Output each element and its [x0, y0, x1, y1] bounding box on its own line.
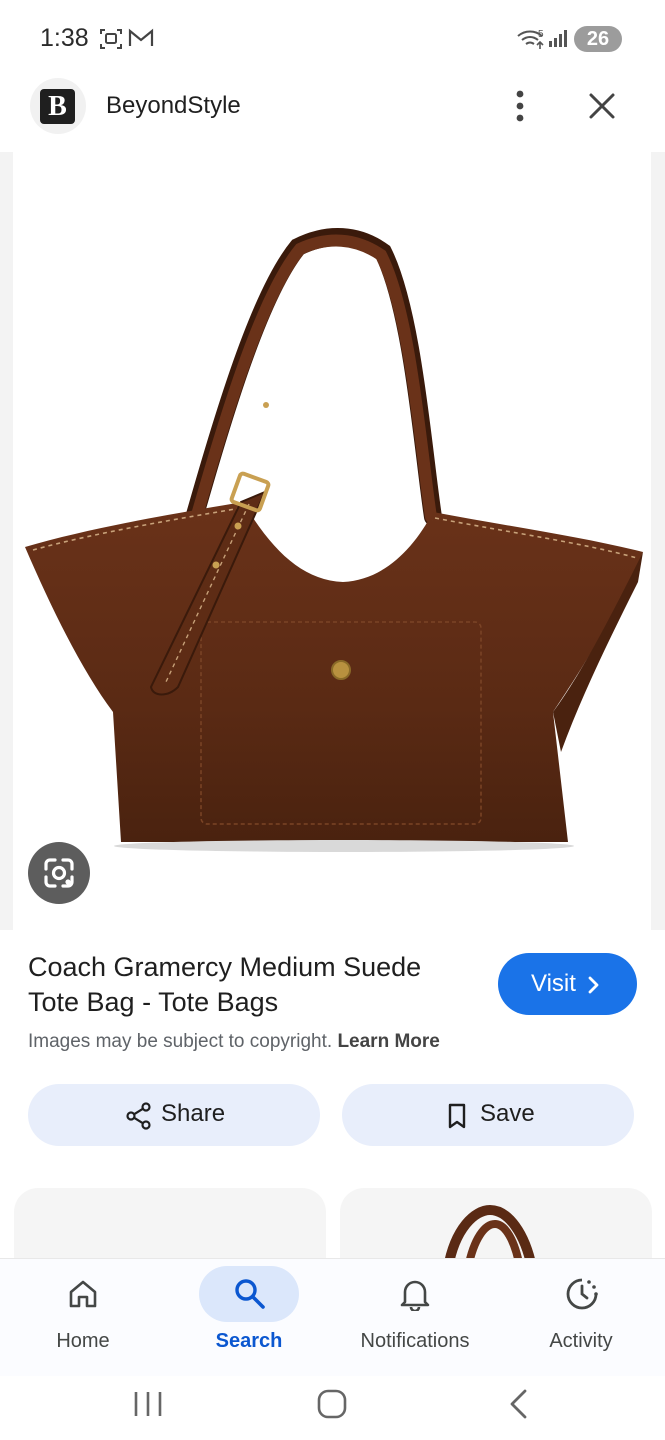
status-bar: 1:38 5 26	[0, 0, 665, 78]
save-label: Save	[480, 1100, 535, 1127]
nav-item-home[interactable]: Home	[3, 1258, 163, 1368]
screenshot-icon	[99, 28, 123, 55]
back-icon	[510, 1389, 527, 1419]
visit-label: Visit	[531, 970, 576, 997]
gmail-icon	[128, 28, 154, 53]
nav-label: Search	[215, 1330, 283, 1352]
activity-icon	[566, 1278, 598, 1310]
home-icon	[69, 1280, 97, 1308]
svg-text:5: 5	[538, 29, 544, 40]
copyright-text: Images may be subject to copyright.	[28, 1031, 333, 1052]
product-image[interactable]	[13, 152, 651, 930]
share-icon	[126, 1102, 151, 1130]
nav-label: Notifications	[360, 1330, 470, 1352]
share-label: Share	[161, 1100, 226, 1127]
visit-button[interactable]: Visit	[498, 953, 637, 1015]
signal-icon	[548, 28, 570, 53]
nav-icon-container	[365, 1266, 465, 1322]
nav-icon-container	[33, 1266, 133, 1322]
back-system-button[interactable]	[500, 1384, 540, 1424]
home-system-button[interactable]	[312, 1384, 352, 1424]
nav-item-search[interactable]: Search	[169, 1258, 329, 1368]
copyright-notice: Images may be subject to copyright. Lear…	[28, 1031, 440, 1053]
bell-icon	[400, 1280, 430, 1311]
nav-icon-container	[531, 1266, 631, 1322]
chevron-right-icon	[588, 976, 599, 994]
nav-icon-container	[199, 1266, 299, 1322]
close-button[interactable]	[582, 86, 622, 126]
status-time: 1:38	[40, 24, 89, 52]
site-logo-letter: B	[40, 89, 75, 124]
close-icon	[589, 93, 615, 119]
share-button[interactable]: Share	[28, 1084, 320, 1146]
nav-item-notifications[interactable]: Notifications	[335, 1258, 495, 1368]
system-navigation-bar	[0, 1376, 665, 1440]
product-title[interactable]: Coach Gramercy Medium Suede Tote Bag - T…	[28, 950, 478, 1020]
nav-item-activity[interactable]: Activity	[501, 1258, 661, 1368]
search-icon	[235, 1279, 265, 1309]
battery-indicator: 26	[574, 26, 622, 52]
google-lens-icon	[44, 858, 74, 888]
more-vert-icon	[516, 90, 524, 122]
learn-more-link[interactable]: Learn More	[337, 1031, 439, 1052]
save-button[interactable]: Save	[342, 1084, 634, 1146]
more-options-button[interactable]	[500, 86, 540, 126]
site-name[interactable]: BeyondStyle	[106, 92, 241, 120]
nav-label: Home	[56, 1330, 110, 1352]
recent-apps-button[interactable]	[128, 1384, 168, 1424]
lens-search-button[interactable]	[28, 842, 90, 904]
nav-label: Activity	[549, 1330, 613, 1352]
recent-apps-icon	[134, 1392, 162, 1416]
site-logo[interactable]: B	[30, 78, 86, 134]
tote-bag-illustration	[25, 228, 643, 852]
bookmark-icon	[448, 1103, 466, 1129]
wifi-icon: 5	[516, 28, 546, 55]
home-circle-icon	[317, 1389, 347, 1419]
